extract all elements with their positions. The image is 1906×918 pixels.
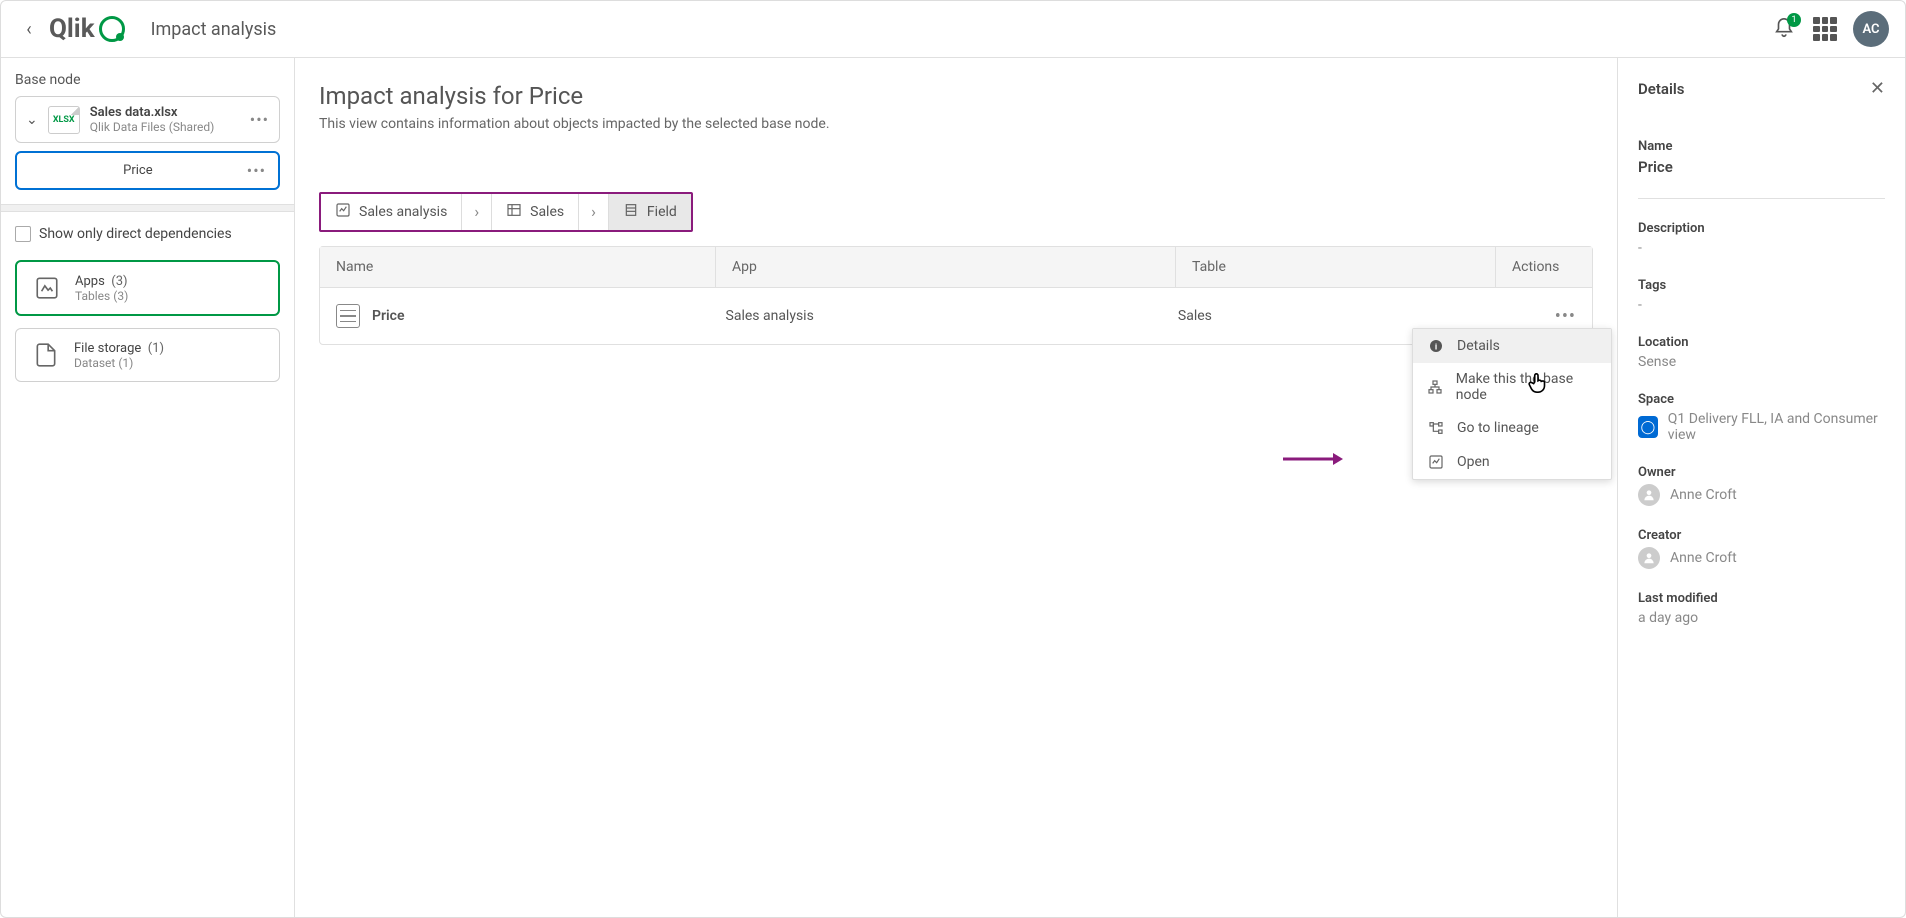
user-avatar-icon [1638, 547, 1660, 569]
table-header: Name App Table Actions [320, 247, 1592, 288]
table-icon [506, 202, 522, 222]
details-panel-title: Details [1638, 80, 1684, 98]
user-avatar[interactable]: AC [1853, 11, 1889, 47]
header-right: 1 AC [1773, 11, 1889, 47]
content-title: Impact analysis for Price [319, 82, 1593, 110]
file-storage-icon [30, 339, 62, 371]
details-panel: Details ✕ Name Price Description - Tags … [1617, 58, 1905, 917]
notification-badge: 1 [1787, 13, 1801, 27]
th-actions: Actions [1496, 247, 1592, 287]
th-name[interactable]: Name [320, 247, 716, 287]
field-icon [623, 202, 639, 222]
header-left: ‹ Qlik Impact analysis [17, 14, 276, 44]
notification-icon[interactable]: 1 [1773, 17, 1797, 41]
chevron-right-icon: › [579, 194, 609, 230]
apps-icon [31, 272, 63, 304]
app-header: ‹ Qlik Impact analysis 1 AC [1, 1, 1905, 58]
back-button[interactable]: ‹ [17, 17, 41, 41]
space-icon: ◯ [1638, 416, 1658, 438]
sidebar-top: Base node ⌄ XLSX Sales data.xlsx Qlik Da… [1, 58, 294, 190]
sidebar-divider [1, 204, 294, 212]
td-app: Sales analysis [710, 298, 1162, 334]
checkbox-label: Show only direct dependencies [39, 226, 232, 242]
app-launcher-icon[interactable] [1813, 17, 1837, 41]
info-icon: i [1427, 337, 1445, 355]
content-area: Impact analysis for Price This view cont… [295, 58, 1617, 917]
chart-icon [335, 202, 351, 222]
sidebar-bottom: Show only direct dependencies Apps (3) T… [1, 212, 294, 408]
impact-table: Name App Table Actions Price Sales analy… [319, 246, 1593, 345]
file-sub: Qlik Data Files (Shared) [90, 120, 240, 134]
file-info: Sales data.xlsx Qlik Data Files (Shared) [90, 105, 240, 134]
lineage-icon [1427, 419, 1445, 437]
close-button[interactable]: ✕ [1870, 78, 1885, 99]
breadcrumb-sales[interactable]: Sales [492, 194, 579, 230]
file-card[interactable]: ⌄ XLSX Sales data.xlsx Qlik Data Files (… [15, 96, 280, 143]
field-more-button[interactable]: ••• [247, 161, 266, 180]
menu-details[interactable]: i Details [1413, 329, 1611, 363]
breadcrumb: Sales analysis › Sales › Field [319, 192, 693, 232]
chevron-down-icon[interactable]: ⌄ [26, 112, 38, 128]
detail-creator: Creator Anne Croft [1638, 528, 1885, 569]
user-avatar-icon [1638, 484, 1660, 506]
details-header: Details ✕ [1638, 78, 1885, 99]
th-table[interactable]: Table [1176, 247, 1496, 287]
svg-text:i: i [1435, 342, 1437, 352]
checkbox[interactable] [15, 226, 31, 242]
detail-tags: Tags - [1638, 278, 1885, 313]
detail-name: Name Price [1638, 139, 1885, 176]
page-title: Impact analysis [151, 19, 277, 40]
detail-modified: Last modified a day ago [1638, 591, 1885, 626]
logo-circle-icon [99, 16, 125, 42]
sidebar: Base node ⌄ XLSX Sales data.xlsx Qlik Da… [1, 58, 295, 917]
detail-space: Space ◯ Q1 Delivery FLL, IA and Consumer… [1638, 392, 1885, 443]
menu-make-base[interactable]: Make this the base node [1413, 363, 1611, 411]
td-actions: ••• i Details Make this the base node [1477, 296, 1592, 337]
direct-deps-checkbox-row[interactable]: Show only direct dependencies [15, 226, 280, 242]
filter-storage-sub: Dataset (1) [74, 356, 265, 370]
file-more-button[interactable]: ••• [250, 110, 269, 129]
main-layout: Base node ⌄ XLSX Sales data.xlsx Qlik Da… [1, 58, 1905, 917]
row-actions-button[interactable]: ••• [1555, 306, 1576, 327]
breadcrumb-sales-analysis[interactable]: Sales analysis [321, 194, 462, 230]
menu-lineage[interactable]: Go to lineage [1413, 411, 1611, 445]
filter-info: Apps (3) Tables (3) [75, 274, 264, 303]
selected-field-label: Price [29, 163, 247, 178]
detail-description: Description - [1638, 221, 1885, 256]
base-node-label: Base node [15, 72, 280, 88]
hierarchy-icon [1427, 378, 1444, 396]
detail-location: Location Sense [1638, 335, 1885, 370]
file-name: Sales data.xlsx [90, 105, 240, 120]
filter-apps-card[interactable]: Apps (3) Tables (3) [15, 260, 280, 316]
filter-apps-title: Apps (3) [75, 274, 264, 289]
chevron-right-icon: › [462, 194, 492, 230]
breadcrumb-field[interactable]: Field [609, 194, 691, 230]
filter-storage-title: File storage (1) [74, 341, 265, 356]
filter-apps-sub: Tables (3) [75, 289, 264, 303]
detail-owner: Owner Anne Croft [1638, 465, 1885, 506]
content-subtitle: This view contains information about obj… [319, 116, 1593, 132]
logo-text: Qlik [49, 14, 95, 44]
field-icon [336, 304, 360, 328]
context-menu: i Details Make this the base node Go to … [1412, 328, 1612, 480]
xlsx-file-icon: XLSX [48, 106, 80, 134]
open-icon [1427, 453, 1445, 471]
td-name: Price [320, 294, 710, 338]
selected-field-card[interactable]: Price ••• [15, 151, 280, 190]
filter-info: File storage (1) Dataset (1) [74, 341, 265, 370]
divider [1638, 198, 1885, 199]
th-app[interactable]: App [716, 247, 1176, 287]
annotation-arrow [1283, 451, 1343, 470]
filter-storage-card[interactable]: File storage (1) Dataset (1) [15, 328, 280, 382]
qlik-logo[interactable]: Qlik [49, 14, 125, 44]
menu-open[interactable]: Open [1413, 445, 1611, 479]
table-row[interactable]: Price Sales analysis Sales ••• i Details… [320, 288, 1592, 344]
